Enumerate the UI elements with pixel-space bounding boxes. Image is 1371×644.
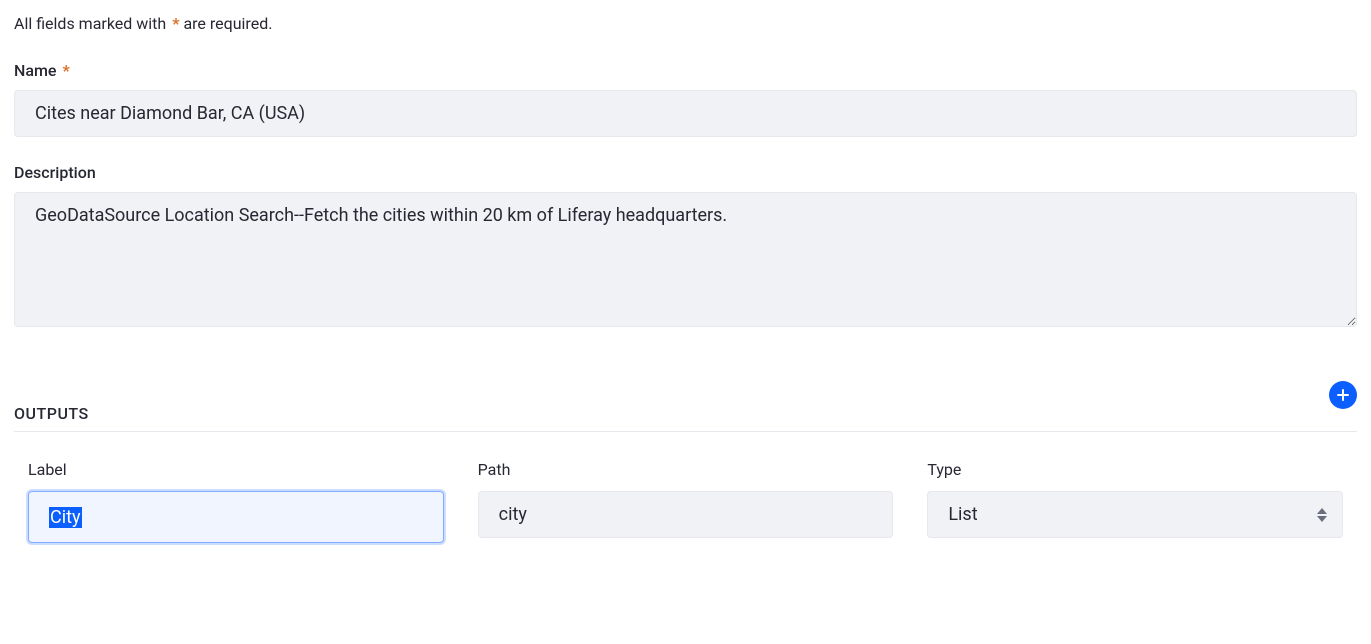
output-path-input[interactable]	[478, 491, 894, 538]
name-input[interactable]	[14, 90, 1357, 137]
notice-suffix: are required.	[183, 14, 272, 33]
output-type-column: Type List	[927, 460, 1343, 543]
description-textarea[interactable]: GeoDataSource Location Search--Fetch the…	[14, 192, 1357, 327]
outputs-row: Label City Path Type List	[14, 460, 1357, 543]
name-label-text: Name	[14, 61, 56, 80]
outputs-section-title: OUTPUTS	[14, 404, 89, 423]
label-input-wrapper[interactable]: City	[28, 491, 444, 543]
output-type-select[interactable]: List	[927, 491, 1343, 538]
description-field-group: Description GeoDataSource Location Searc…	[14, 163, 1357, 331]
selected-text: City	[49, 507, 82, 528]
outputs-header-row: OUTPUTS	[14, 381, 1357, 423]
path-column-header: Path	[478, 460, 894, 479]
notice-prefix: All fields marked with	[14, 14, 166, 33]
output-path-column: Path	[478, 460, 894, 543]
add-output-button[interactable]	[1329, 381, 1357, 409]
name-label: Name *	[14, 61, 1357, 80]
required-fields-notice: All fields marked with * are required.	[14, 14, 1357, 33]
name-field-group: Name *	[14, 61, 1357, 137]
description-label: Description	[14, 163, 1357, 182]
required-star-icon: *	[172, 14, 179, 33]
output-label-input[interactable]: City	[28, 491, 444, 543]
plus-icon	[1336, 388, 1350, 402]
label-column-header: Label	[28, 460, 444, 479]
type-select-wrapper: List	[927, 491, 1343, 538]
output-label-column: Label City	[28, 460, 444, 543]
type-column-header: Type	[927, 460, 1343, 479]
outputs-divider	[14, 431, 1357, 432]
required-star-icon: *	[62, 61, 69, 80]
